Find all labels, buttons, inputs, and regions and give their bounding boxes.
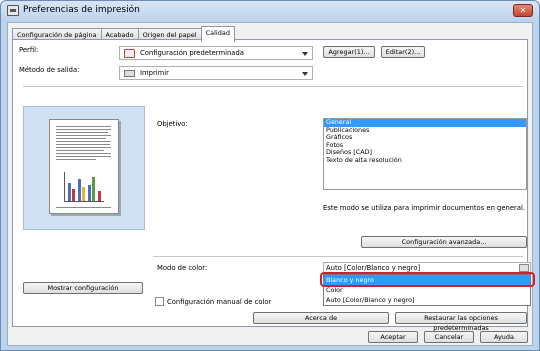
- preview-paper: [49, 119, 119, 214]
- printer-icon: [124, 70, 135, 77]
- title-bar: Preferencias de impresión ✕: [1, 1, 539, 21]
- objective-label: Objetivo:: [157, 120, 188, 128]
- preview-bar: [78, 179, 81, 201]
- edit-profile-button[interactable]: Editar(2)...: [381, 46, 425, 58]
- preview-text-line: [56, 141, 111, 142]
- ok-button[interactable]: Aceptar: [368, 331, 418, 343]
- profile-combo[interactable]: Configuración predeterminada: [119, 46, 313, 60]
- quality-panel: Perfil: Configuración predeterminada Agr…: [12, 39, 535, 332]
- preview-text-line: [56, 135, 111, 136]
- preview-bar: [88, 185, 91, 201]
- preview-bar: [68, 183, 71, 201]
- about-button[interactable]: Acerca de: [253, 312, 389, 324]
- profile-value: Configuración predeterminada: [140, 49, 244, 57]
- output-method-combo[interactable]: Imprimir: [119, 66, 313, 80]
- objective-item[interactable]: Publicaciones: [324, 126, 526, 135]
- objective-item[interactable]: Texto de alta resolución: [324, 156, 526, 165]
- divider: [153, 256, 523, 257]
- cancel-button[interactable]: Cancelar: [424, 331, 474, 343]
- preview-text-line: [56, 129, 111, 130]
- add-profile-button[interactable]: Agregar(1)...: [323, 46, 375, 58]
- objective-listbox[interactable]: General Publicaciones Gráficos Fotos Dis…: [323, 118, 527, 190]
- objective-item[interactable]: Gráficos: [324, 133, 526, 142]
- preview-text-line: [56, 126, 111, 127]
- print-preferences-window: Preferencias de impresión ✕ Configuració…: [0, 0, 540, 351]
- preview-text-line: [56, 150, 104, 151]
- color-mode-option-auto[interactable]: Auto [Color/Blanco y negro]: [324, 295, 530, 305]
- dialog-client: Configuración de página Acabado Origen d…: [7, 22, 535, 346]
- preview-text-line: [56, 159, 96, 160]
- tab-quality[interactable]: Calidad: [200, 26, 235, 42]
- preview-text-line: [56, 138, 106, 139]
- divider: [23, 86, 523, 87]
- page-preview: [23, 106, 145, 230]
- printer-icon: [7, 5, 19, 16]
- chevron-down-icon: [302, 72, 308, 76]
- preview-chart: [64, 172, 104, 202]
- preview-bar: [98, 191, 101, 201]
- close-button[interactable]: ✕: [513, 4, 533, 17]
- window-title: Preferencias de impresión: [23, 5, 140, 15]
- dropdown-button[interactable]: [519, 264, 529, 272]
- output-method-value: Imprimir: [140, 69, 169, 77]
- output-method-label: Método de salida:: [19, 66, 80, 74]
- objective-description: Este modo se utiliza para imprimir docum…: [323, 204, 526, 212]
- preview-text-line: [56, 207, 111, 208]
- preview-bar: [92, 177, 95, 201]
- preview-text-line: [56, 147, 111, 148]
- highlight-box: [320, 272, 535, 287]
- help-button[interactable]: Ayuda: [480, 331, 528, 343]
- preview-text-line: [56, 156, 111, 157]
- manual-color-checkbox[interactable]: [155, 297, 164, 306]
- preview-text-line: [56, 144, 110, 145]
- preview-text-line: [56, 132, 108, 133]
- show-settings-button[interactable]: Mostrar configuración: [23, 282, 143, 294]
- chevron-down-icon: [302, 52, 308, 56]
- preview-text-line: [56, 153, 111, 154]
- preview-bar: [82, 187, 85, 201]
- preview-bar: [72, 189, 75, 201]
- color-mode-value: Auto [Color/Blanco y negro]: [326, 264, 421, 272]
- profile-icon: [124, 49, 135, 58]
- color-mode-label: Modo de color:: [157, 264, 208, 272]
- restore-defaults-button[interactable]: Restaurar las opciones predeterminadas: [395, 312, 527, 332]
- profile-label: Perfil:: [19, 46, 39, 54]
- advanced-settings-button[interactable]: Configuración avanzada...: [361, 236, 527, 248]
- manual-color-label: Configuración manual de color: [167, 298, 272, 306]
- tab-strip: Configuración de página Acabado Origen d…: [12, 26, 235, 42]
